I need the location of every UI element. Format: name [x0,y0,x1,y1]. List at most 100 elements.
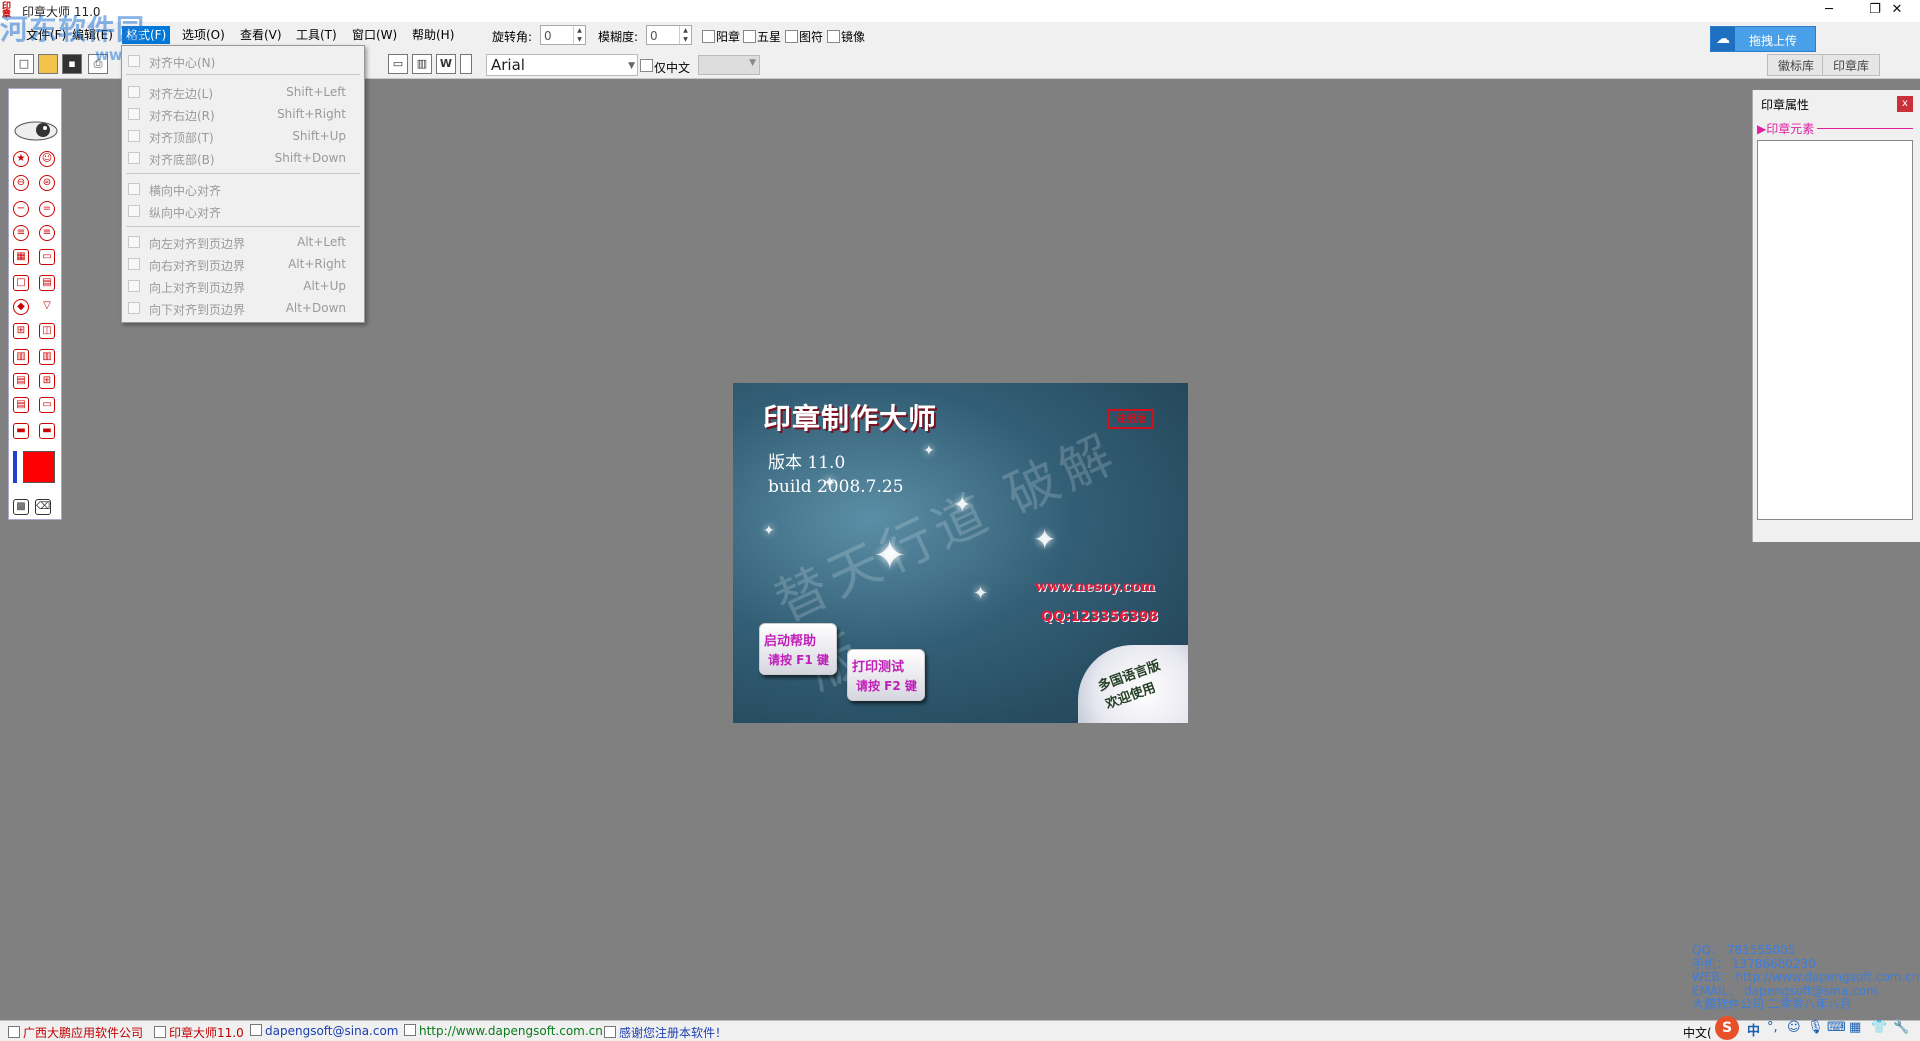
font-select[interactable]: Arial ▼ [486,54,638,76]
square-lines-stamp-icon[interactable]: ▤ [39,275,55,291]
print-icon[interactable]: ⎙ [88,54,108,74]
rotate-value: 0 [544,29,552,43]
sogou-ime-icon[interactable]: S [1715,1016,1739,1040]
menu-format[interactable]: 格式(F) [122,26,171,44]
status-email[interactable]: dapengsoft@sina.com [250,1024,399,1038]
align-center-icon [128,55,140,67]
skin-icon[interactable]: 👕 [1871,1020,1887,1035]
ime-chinese-mode[interactable]: 中 [1747,1020,1760,1039]
save-icon[interactable]: ▪ [62,54,82,74]
triangle-stamp-icon[interactable]: ▽ [39,299,55,315]
menu-align-page-top[interactable]: 向上对齐到页边界 Alt+Up [122,276,364,296]
eraser-icon[interactable]: ⌫ [35,499,51,515]
menu-item-label: 对齐中心(N) [149,56,216,70]
split-stamp-icon[interactable]: ◫ [39,323,55,339]
menu-edit[interactable]: 编辑(E) [68,26,117,44]
round-star-stamp-icon[interactable]: ★ [13,151,29,167]
square-stamp-icon[interactable]: □ [13,275,29,291]
menu-options[interactable]: 选项(O) [178,26,229,44]
round-line-stamp-icon[interactable]: ⊖ [13,175,29,191]
blur-input[interactable]: 0 ▲ ▼ [646,25,692,45]
rotate-spin-arrows[interactable]: ▲ ▼ [573,26,585,44]
yang-checkbox[interactable] [702,30,715,43]
strip-stamp-icon[interactable]: ▭ [39,397,55,413]
punctuation-icon[interactable]: °, [1767,1020,1778,1035]
stamp-elements-section[interactable]: ▶印章元素 [1757,120,1814,137]
menu-horizontal-center[interactable]: 横向中心对齐 [122,179,364,199]
menu-align-page-bottom[interactable]: 向下对齐到页边界 Alt+Down [122,298,364,318]
rect-bar-stamp-icon[interactable]: ▭ [39,249,55,265]
menu-item-label: 横向中心对齐 [149,184,222,198]
bars2-stamp-icon[interactable]: ▬ [39,423,55,439]
menu-align-top[interactable]: 对齐顶部(T) Shift+Up [122,126,364,146]
oval-double-stamp-icon[interactable]: = [39,201,55,217]
diamond-stamp-icon[interactable]: ◆ [13,299,29,315]
word-icon[interactable]: W [436,54,456,74]
new-icon[interactable]: □ [14,54,34,74]
rotate-input[interactable]: 0 ▲ ▼ [540,25,586,45]
emoji-icon[interactable]: ☺ [1787,1020,1801,1035]
menu-align-page-right[interactable]: 向右对齐到页边界 Alt+Right [122,254,364,274]
align-left-icon [128,86,140,98]
tab-logo-library[interactable]: 徽标库 [1767,54,1826,76]
oval-bar-stamp-icon[interactable]: ≡ [13,225,29,241]
size-select[interactable]: ▼ [698,55,760,75]
menu-align-page-left[interactable]: 向左对齐到页边界 Alt+Left [122,232,364,252]
menu-align-center[interactable]: 对齐中心(N) [122,51,364,71]
image-icon[interactable]: ▭ [388,54,408,74]
status-thanks-text: 感谢您注册本软件！ [619,1026,728,1040]
blur-spin-arrows[interactable]: ▲ ▼ [679,26,691,44]
quad-stamp-icon[interactable]: ⊞ [13,323,29,339]
menu-file[interactable]: 文件(F) [22,26,70,44]
status-url[interactable]: http://www.dapengsoft.com.cn [404,1024,603,1038]
chinese-only-checkbox[interactable] [640,59,653,72]
menu-help[interactable]: 帮助(H) [408,26,458,44]
pattern-icon[interactable]: ▩ [13,499,29,515]
grid-stamp-icon[interactable]: ▦ [13,249,29,265]
oval-bars-stamp-icon[interactable]: ≡ [39,225,55,241]
print-hint-card[interactable]: 打印测试 请按 F2 键 [847,649,925,701]
grid-tool-icon[interactable]: ▦ [1849,1020,1861,1035]
globe-icon [404,1024,416,1036]
columns-stamp-icon[interactable]: ▥ [39,349,55,365]
secondary-color-swatch[interactable] [13,451,17,483]
microphone-icon[interactable]: 🎙 [1807,1020,1824,1035]
grid2-stamp-icon[interactable]: ▥ [13,349,29,365]
table2-stamp-icon[interactable]: ⊞ [39,373,55,389]
close-button[interactable]: ✕ [1874,0,1920,22]
menu-item-label: 向左对齐到页边界 [149,237,246,251]
bars-stamp-icon[interactable]: ▬ [13,423,29,439]
menu-tools[interactable]: 工具(T) [292,26,341,44]
align-top-icon [128,130,140,142]
menu-align-left[interactable]: 对齐左边(L) Shift+Left [122,82,364,102]
panel-close-icon[interactable]: x [1897,96,1913,112]
primary-color-swatch[interactable] [23,451,55,483]
round-person-stamp-icon[interactable]: ☺ [39,151,55,167]
menu-align-right[interactable]: 对齐右边(R) Shift+Right [122,104,364,124]
eye-icon[interactable] [13,119,59,143]
minimize-button[interactable]: ─ [1806,0,1852,22]
ime-indicator[interactable]: 中文( [1683,1024,1712,1041]
export-icon[interactable] [460,54,472,74]
round-double-line-stamp-icon[interactable]: ⊜ [39,175,55,191]
mirror-checkbox[interactable] [827,30,840,43]
table-stamp-icon[interactable]: ▤ [13,373,29,389]
help-hint-card[interactable]: 启动帮助 请按 F1 键 [759,623,837,675]
drag-upload-button[interactable]: ☁ 拖拽上传 [1710,26,1816,52]
menu-view[interactable]: 查看(V) [236,26,286,44]
chart-icon[interactable]: ▥ [412,54,432,74]
rows-stamp-icon[interactable]: ▤ [13,397,29,413]
wrench-icon[interactable]: 🔧 [1893,1020,1909,1035]
symbol-checkbox[interactable] [785,30,798,43]
stamp-elements-list[interactable] [1757,140,1913,520]
keyboard-icon[interactable]: ⌨ [1827,1020,1846,1035]
menu-window[interactable]: 窗口(W) [348,26,401,44]
menu-item-shortcut: Shift+Down [274,151,346,165]
star-checkbox[interactable] [743,30,756,43]
menu-separator [126,226,360,227]
tab-stamp-library[interactable]: 印章库 [1822,54,1881,76]
oval-stamp-icon[interactable]: − [13,201,29,217]
menu-align-bottom[interactable]: 对齐底部(B) Shift+Down [122,148,364,168]
menu-vertical-center[interactable]: 纵向中心对齐 [122,201,364,221]
open-folder-icon[interactable] [38,54,58,74]
